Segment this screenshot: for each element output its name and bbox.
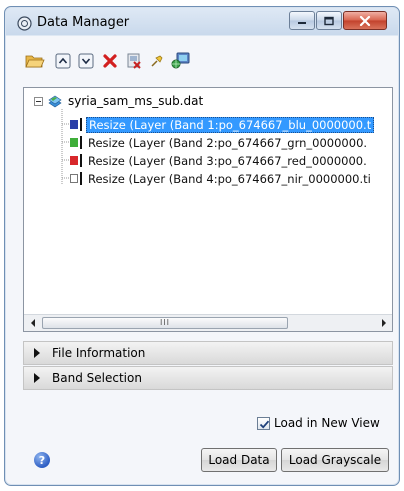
network-button[interactable] (170, 51, 190, 71)
load-data-button[interactable]: Load Data (201, 448, 277, 472)
open-folder-icon (25, 55, 45, 68)
scroll-right-button[interactable] (375, 315, 392, 331)
file-information-section[interactable]: File Information (23, 341, 393, 365)
band-bar (80, 154, 82, 167)
help-icon[interactable]: ? (34, 452, 50, 468)
load-in-new-view-label: Load in New View (274, 416, 380, 430)
minimize-icon (298, 21, 306, 24)
band-color-swatch (70, 138, 78, 147)
window-title: Data Manager (37, 15, 130, 30)
section-label: Band Selection (52, 371, 142, 385)
network-icon (171, 52, 190, 69)
band-label: Resize (Layer (Band 2:po_674667_grn_0000… (88, 135, 368, 150)
section-label: File Information (52, 346, 146, 360)
collapse-toggle[interactable] (34, 96, 43, 106)
load-in-new-view-option[interactable]: Load in New View (257, 415, 380, 431)
root-file-label: syria_sam_ms_sub.dat (68, 94, 204, 108)
band-color-swatch (70, 174, 78, 183)
chevron-left-icon (30, 319, 35, 327)
app-icon (17, 16, 32, 31)
band-bar (80, 118, 82, 131)
layer-tree[interactable]: syria_sam_ms_sub.dat Resize (Layer (Band… (23, 87, 393, 332)
tree-root-node[interactable]: syria_sam_ms_sub.dat (34, 93, 203, 109)
band-bar (80, 172, 82, 185)
band-row[interactable]: Resize (Layer (Band 4:po_674667_nir_0000… (70, 170, 390, 187)
close-file-button[interactable] (124, 51, 144, 71)
horizontal-scrollbar[interactable]: III (24, 314, 392, 331)
band-label: Resize (Layer (Band 4:po_674667_nir_0000… (88, 171, 371, 186)
band-bar (80, 136, 82, 149)
expand-triangle-icon (34, 348, 40, 358)
minimize-button[interactable] (289, 11, 315, 30)
scroll-grip: III (159, 318, 171, 327)
maximize-icon (324, 16, 334, 25)
move-up-button[interactable] (53, 51, 73, 71)
band-row[interactable]: Resize (Layer (Band 3:po_674667_red_0000… (70, 152, 390, 169)
band-color-swatch (70, 156, 78, 165)
pin-icon (151, 55, 163, 67)
band-label: Resize (Layer (Band 1:po_674667_blu_0000… (86, 116, 375, 133)
band-selection-section[interactable]: Band Selection (23, 366, 393, 390)
move-down-button[interactable] (76, 51, 96, 71)
scroll-thumb[interactable]: III (42, 317, 288, 329)
band-label: Resize (Layer (Band 3:po_674667_red_0000… (88, 153, 367, 168)
load-in-new-view-checkbox[interactable] (257, 416, 270, 430)
toolbar (23, 51, 283, 75)
band-row[interactable]: Resize (Layer (Band 1:po_674667_blu_0000… (70, 116, 390, 133)
pin-button[interactable] (147, 51, 167, 71)
raster-file-icon (48, 95, 62, 108)
load-grayscale-button[interactable]: Load Grayscale (281, 448, 389, 472)
maximize-button[interactable] (316, 11, 342, 30)
move-down-icon (78, 53, 94, 69)
close-button[interactable] (343, 11, 387, 30)
delete-button[interactable] (100, 51, 120, 71)
data-manager-window: Data Manager syria_sam_ms_sub.dat Resize… (4, 6, 400, 486)
delete-icon (103, 54, 117, 68)
band-row[interactable]: Resize (Layer (Band 2:po_674667_grn_0000… (70, 134, 390, 151)
expand-triangle-icon (34, 373, 40, 383)
title-bar[interactable]: Data Manager (5, 7, 399, 39)
open-file-button[interactable] (25, 51, 45, 71)
band-color-swatch (70, 120, 78, 129)
close-file-icon (127, 53, 141, 69)
close-icon (359, 15, 371, 26)
move-up-icon (55, 53, 71, 69)
checkmark-icon (259, 420, 270, 429)
chevron-right-icon (381, 319, 386, 327)
scroll-left-button[interactable] (24, 315, 41, 331)
